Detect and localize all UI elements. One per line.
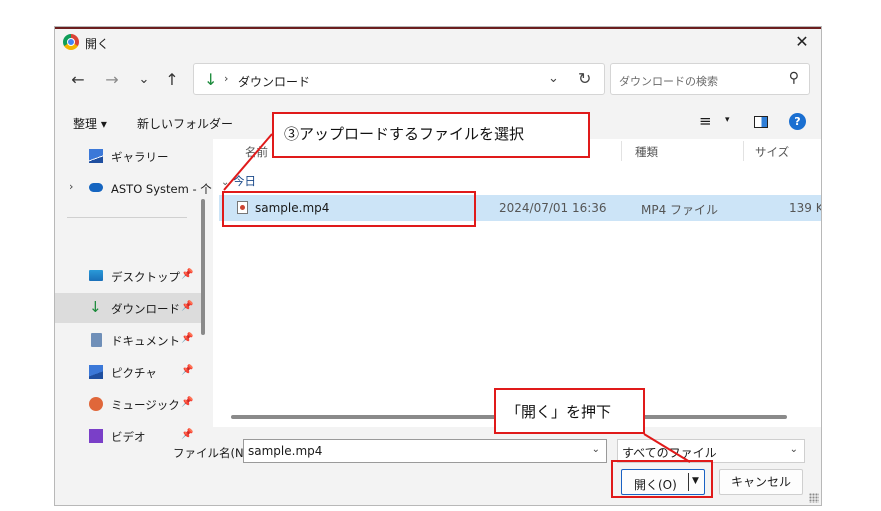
expand-chevron-icon[interactable]: ›	[69, 180, 73, 193]
sidebar-item-gallery[interactable]: ギャラリー	[55, 141, 203, 171]
filename-history-chevron-icon[interactable]: ⌄	[592, 444, 600, 455]
search-icon: ⚲	[788, 70, 799, 86]
column-separator[interactable]	[743, 141, 744, 161]
sidebar-item-label: ダウンロード	[111, 302, 180, 316]
chrome-icon	[63, 34, 79, 50]
refresh-button[interactable]: ↻	[578, 69, 591, 88]
column-separator[interactable]	[621, 141, 622, 161]
cancel-button[interactable]: キャンセル	[719, 469, 803, 495]
file-type-chevron-icon: ⌄	[789, 444, 798, 455]
sidebar-item-downloads[interactable]: ↓ ダウンロード 📌	[55, 293, 203, 323]
sidebar-item-desktop[interactable]: デスクトップ 📌	[55, 261, 203, 291]
file-type: MP4 ファイル	[641, 203, 719, 217]
pin-icon: 📌	[181, 333, 194, 344]
gallery-icon	[89, 149, 103, 163]
sidebar-item-label: デスクトップ	[111, 270, 180, 284]
recent-locations-button[interactable]: ⌄	[133, 69, 155, 91]
desktop-icon	[89, 270, 103, 281]
search-input[interactable]: ダウンロードの検索 ⚲	[610, 63, 810, 95]
sidebar-item-label: ASTO System - 个	[111, 182, 212, 196]
pictures-icon	[89, 365, 103, 379]
breadcrumb-download[interactable]: ダウンロード	[238, 73, 310, 90]
highlight-open-button	[611, 460, 713, 498]
group-chevron-icon: ⌄	[221, 177, 230, 188]
new-folder-button[interactable]: 新しいフォルダー	[137, 115, 233, 132]
pin-icon: 📌	[181, 397, 194, 408]
sidebar-item-label: ギャラリー	[111, 150, 169, 164]
title-bar: 開く ✕	[55, 29, 821, 55]
organize-button[interactable]: 整理 ▾	[73, 115, 107, 132]
file-date: 2024/07/01 16:36	[499, 201, 607, 215]
sidebar-item-pictures[interactable]: ピクチャ 📌	[55, 357, 203, 387]
sidebar-item-label: ミュージック	[111, 398, 180, 412]
video-icon	[89, 429, 103, 443]
forward-button[interactable]: →	[101, 69, 123, 91]
dialog-title: 開く	[85, 37, 110, 51]
sidebar-item-music[interactable]: ミュージック 📌	[55, 389, 203, 419]
group-header-today[interactable]: ⌄ 今日	[221, 173, 256, 189]
file-list-pane: 名前 種類 サイズ ⌄ 今日 sample.mp4 2024/07/01 16:…	[213, 139, 821, 427]
callout-press-open: 「開く」を押下	[494, 388, 645, 434]
file-type-value: すべてのファイル	[622, 446, 717, 460]
file-size: 139 KB	[789, 201, 821, 215]
pin-icon: 📌	[181, 429, 194, 440]
navigation-pane: ギャラリー › ASTO System - 个 デスクトップ 📌 ↓ ダウンロー…	[55, 139, 213, 444]
column-header-name[interactable]: 名前	[245, 144, 268, 160]
filename-input[interactable]: sample.mp4 ⌄	[243, 439, 607, 463]
view-options-icon[interactable]: ≡	[699, 112, 712, 130]
sidebar-divider	[67, 217, 187, 218]
callout-step3: ③アップロードするファイルを選択	[272, 112, 590, 158]
filename-value: sample.mp4	[248, 444, 323, 458]
address-bar[interactable]: ↓ › ダウンロード ⌄ ↻	[193, 63, 605, 95]
sidebar-item-label: ビデオ	[111, 430, 146, 444]
document-icon	[91, 333, 102, 347]
cloud-icon	[89, 183, 103, 192]
view-dropdown-chevron-icon[interactable]: ▾	[725, 115, 730, 125]
sidebar-item-documents[interactable]: ドキュメント 📌	[55, 325, 203, 355]
sidebar-item-label: ピクチャ	[111, 366, 157, 380]
pin-icon: 📌	[181, 301, 194, 312]
search-placeholder: ダウンロードの検索	[619, 75, 718, 88]
up-button[interactable]: ↑	[161, 69, 183, 91]
pin-icon: 📌	[181, 365, 194, 376]
music-icon	[89, 397, 103, 411]
sidebar-item-asto-system[interactable]: › ASTO System - 个	[55, 173, 212, 203]
close-button[interactable]: ✕	[791, 32, 813, 52]
pin-icon: 📌	[181, 269, 194, 280]
filename-label: ファイル名(N):	[173, 446, 252, 460]
open-file-dialog: 開く ✕ ← → ⌄ ↑ ↓ › ダウンロード ⌄ ↻ ダウンロードの検索 ⚲ …	[54, 26, 822, 506]
address-history-chevron-icon[interactable]: ⌄	[548, 71, 559, 86]
help-icon[interactable]: ?	[789, 113, 806, 130]
column-header-size[interactable]: サイズ	[755, 144, 789, 160]
download-icon: ↓	[204, 70, 218, 89]
highlight-file-row	[222, 191, 476, 227]
breadcrumb-separator: ›	[224, 72, 229, 85]
preview-pane-icon[interactable]	[754, 116, 768, 128]
download-icon: ↓	[89, 298, 102, 316]
sidebar-item-label: ドキュメント	[111, 334, 180, 348]
sidebar-item-videos[interactable]: ビデオ 📌	[55, 421, 203, 444]
back-button[interactable]: ←	[67, 69, 89, 91]
sidebar-scrollbar[interactable]	[201, 199, 205, 335]
resize-grip-icon[interactable]	[809, 493, 819, 503]
navigation-bar: ← → ⌄ ↑ ↓ › ダウンロード ⌄ ↻ ダウンロードの検索 ⚲	[55, 63, 821, 97]
column-header-type[interactable]: 種類	[635, 144, 658, 160]
group-label: 今日	[233, 174, 257, 188]
